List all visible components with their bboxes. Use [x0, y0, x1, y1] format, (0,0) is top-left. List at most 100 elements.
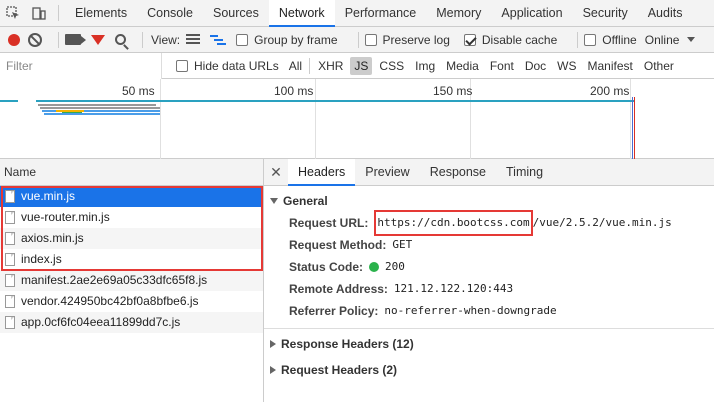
file-name: vue.min.js [21, 189, 76, 203]
group-by-frame-option[interactable]: Group by frame [236, 32, 338, 47]
offline-option[interactable]: Offline [584, 32, 637, 47]
file-icon [5, 232, 15, 245]
offline-label: Offline [602, 32, 637, 47]
filter-type-doc[interactable]: Doc [521, 57, 550, 75]
section-divider [264, 328, 714, 329]
file-name: manifest.2ae2e69a05c33dfc65f8.js [21, 273, 208, 287]
filter-type-xhr[interactable]: XHR [314, 57, 347, 75]
preserve-log-option[interactable]: Preserve log [364, 33, 450, 47]
list-item[interactable]: manifest.2ae2e69a05c33dfc65f8.js [0, 270, 263, 291]
disable-cache-label: Disable cache [481, 32, 558, 47]
request-url-host: https://cdn.bootcss.com [374, 210, 533, 236]
tab-performance[interactable]: Performance [335, 0, 427, 26]
list-item[interactable]: axios.min.js [0, 228, 263, 249]
tab-timing[interactable]: Timing [496, 159, 553, 186]
tab-memory[interactable]: Memory [426, 0, 491, 26]
close-icon[interactable]: ✕ [264, 164, 288, 181]
list-item[interactable]: vue-router.min.js [0, 207, 263, 228]
file-name: vue-router.min.js [21, 210, 110, 224]
filter-type-css[interactable]: CSS [375, 57, 408, 75]
request-headers-toggle[interactable]: Request Headers (2) [264, 357, 714, 383]
referrer-policy-value: no-referrer-when-downgrade [384, 304, 557, 317]
triangle-right-icon [270, 340, 276, 348]
timeline-request-bar [36, 100, 634, 102]
tab-elements[interactable]: Elements [65, 0, 137, 26]
list-item[interactable]: vendor.424950bc42bf0a8bfbe6.js [0, 291, 263, 312]
throttling-select[interactable]: Online [645, 33, 696, 47]
filter-funnel-icon[interactable] [91, 34, 105, 45]
group-by-frame-label: Group by frame [254, 32, 338, 47]
search-icon[interactable] [115, 34, 126, 45]
timeline-request-bar [40, 107, 160, 109]
details-tab-bar: ✕ Headers Preview Response Timing [264, 158, 714, 186]
toolbar-separator [577, 31, 579, 48]
status-ok-icon [369, 262, 380, 272]
response-headers-toggle[interactable]: Response Headers (12) [264, 331, 714, 357]
tab-headers[interactable]: Headers [288, 158, 356, 186]
device-toolbar-icon[interactable] [26, 0, 52, 26]
file-icon [5, 316, 15, 329]
tab-sources[interactable]: Sources [203, 0, 269, 26]
hide-data-urls-label: Hide data URLs [194, 58, 279, 73]
tab-separator [58, 5, 59, 21]
filter-bar: Hide data URLs All XHR JS CSS Img Media … [0, 52, 714, 79]
timeline-gridline [315, 79, 316, 159]
filter-type-ws[interactable]: WS [553, 57, 580, 75]
timeline-tick-label: 50 ms [122, 84, 155, 98]
record-icon[interactable] [8, 33, 20, 46]
status-code-key: Status Code: [289, 260, 364, 274]
filter-type-img[interactable]: Img [411, 57, 439, 75]
offline-checkbox[interactable] [584, 33, 597, 46]
disable-cache-option[interactable]: Disable cache [463, 32, 558, 47]
network-overview-timeline[interactable]: 50 ms 100 ms 150 ms 200 ms [0, 79, 714, 159]
list-item[interactable]: vue.min.js [0, 186, 263, 207]
filter-input[interactable] [0, 52, 162, 79]
inspect-element-icon[interactable] [0, 0, 26, 26]
name-column-header[interactable]: Name [0, 159, 263, 186]
triangle-right-icon [270, 366, 276, 374]
disable-cache-checkbox[interactable] [463, 33, 476, 46]
file-icon [5, 190, 15, 203]
filter-type-font[interactable]: Font [486, 57, 518, 75]
request-method-row: Request Method: GET [264, 234, 714, 256]
request-headers-title: Request Headers (2) [281, 363, 398, 377]
clear-icon[interactable] [28, 32, 42, 47]
tab-security[interactable]: Security [573, 0, 638, 26]
toolbar-separator [58, 31, 59, 48]
timeline-request-bar [44, 113, 160, 115]
timeline-request-bar [0, 100, 1, 102]
filter-type-all[interactable]: All [285, 57, 306, 75]
group-by-frame-checkbox[interactable] [236, 33, 249, 46]
filter-type-js[interactable]: JS [350, 56, 373, 75]
hide-data-urls-checkbox[interactable] [176, 59, 188, 72]
file-icon [5, 274, 15, 287]
tab-preview[interactable]: Preview [355, 159, 419, 186]
remote-address-key: Remote Address: [289, 282, 388, 296]
list-view-icon[interactable] [186, 34, 201, 45]
tab-console[interactable]: Console [137, 0, 203, 26]
timeline-request-bar [38, 104, 156, 106]
status-code-row: Status Code: 200 [264, 256, 714, 278]
filter-type-other[interactable]: Other [640, 57, 678, 75]
network-toolbar: View: Group by frame Preserve log Disabl… [0, 27, 714, 53]
hide-data-urls-option[interactable]: Hide data URLs [176, 59, 279, 73]
screenshot-camera-icon[interactable] [65, 34, 86, 45]
timeline-gridline [160, 79, 161, 159]
list-item[interactable]: index.js [0, 249, 263, 270]
preserve-log-checkbox[interactable] [364, 33, 377, 46]
file-icon [5, 295, 15, 308]
general-section-toggle[interactable]: General [264, 190, 714, 212]
tab-response[interactable]: Response [420, 159, 496, 186]
tab-audits[interactable]: Audits [638, 0, 693, 26]
tab-application[interactable]: Application [491, 0, 572, 26]
file-name: index.js [21, 252, 62, 266]
filter-type-media[interactable]: Media [442, 57, 483, 75]
response-headers-title: Response Headers (12) [281, 337, 414, 351]
load-event-marker [634, 97, 635, 159]
tab-network[interactable]: Network [268, 0, 335, 27]
timeline-tick-label: 200 ms [590, 84, 630, 98]
waterfall-view-icon[interactable] [210, 34, 227, 45]
filter-type-manifest[interactable]: Manifest [584, 57, 637, 75]
request-url-row: Request URL: https://cdn.bootcss.com /vu… [264, 210, 714, 236]
list-item[interactable]: app.0cf6fc04eea11899dd7c.js [0, 312, 263, 333]
